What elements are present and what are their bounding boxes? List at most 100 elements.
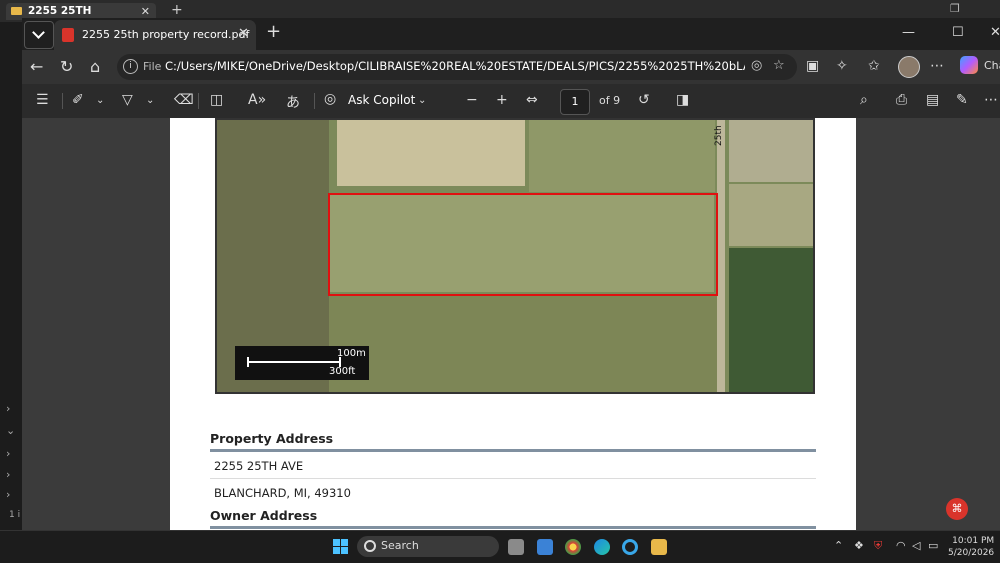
favorite-star-icon[interactable]: ☆: [773, 58, 785, 73]
scale-line: [247, 361, 341, 363]
chevron-down-icon[interactable]: ⌄: [96, 95, 104, 106]
copilot-page-icon[interactable]: ◎: [751, 58, 762, 73]
road: [717, 120, 725, 392]
copilot-icon[interactable]: ◎: [324, 91, 336, 107]
print-icon[interactable]: ⎙: [896, 92, 907, 108]
chevron-right-icon[interactable]: ›: [6, 402, 10, 415]
grass-field: [529, 120, 715, 192]
new-tab-button[interactable]: +: [266, 21, 281, 42]
profile-avatar[interactable]: [898, 56, 920, 78]
search-icon: [364, 540, 376, 552]
scheme-label: File: [143, 60, 162, 73]
save-as-icon[interactable]: ✎: [956, 92, 968, 108]
url-text[interactable]: C:/Users/MIKE/OneDrive/Desktop/CILIBRAIS…: [165, 59, 745, 73]
more-menu-icon[interactable]: ⋯: [930, 58, 944, 74]
restore-icon[interactable]: ❐: [950, 2, 960, 15]
save-icon[interactable]: ▤: [926, 92, 939, 108]
highlight-icon[interactable]: ✐: [72, 92, 84, 108]
volume-icon[interactable]: ◁: [912, 539, 920, 552]
chrome-icon[interactable]: [565, 539, 581, 555]
two-page-icon[interactable]: ◨: [676, 92, 689, 108]
divider: [62, 93, 63, 109]
pdf-viewport[interactable]: 25th 100m 300ft Property Address 2255 25…: [22, 118, 1000, 530]
page-view-icon[interactable]: ◫: [210, 92, 223, 108]
extension-icon[interactable]: ▣: [806, 58, 819, 74]
eraser-icon[interactable]: ⌫: [174, 92, 194, 108]
security-icon[interactable]: ⛨: [874, 539, 882, 553]
tab-title: 2255 25th property record.pdf: [82, 28, 250, 41]
chevron-right-icon[interactable]: ›: [6, 488, 10, 501]
dropbox-icon[interactable]: ❖: [854, 539, 864, 552]
address-line-2: BLANCHARD, MI, 49310: [214, 486, 351, 500]
home-icon[interactable]: ⌂: [90, 57, 100, 76]
read-aloud-icon[interactable]: A»: [248, 92, 266, 108]
tab-pdf[interactable]: 2255 25th property record.pdf ✕: [54, 20, 256, 50]
pdf-toolbar: ☰ ✐ ⌄ ▽ ⌄ ⌫ ◫ A» あ ◎ Ask Copilot ⌄ − + ⇔…: [22, 84, 1000, 119]
owner-address-section: Owner Address: [210, 508, 816, 529]
road-label: 25th: [714, 125, 724, 146]
new-tab-icon[interactable]: +: [171, 2, 183, 18]
taskbar-search[interactable]: Search: [357, 536, 499, 557]
tree-farm: [729, 248, 813, 392]
info-icon[interactable]: i: [123, 59, 138, 74]
file-explorer-icon[interactable]: [651, 539, 667, 555]
chevron-right-icon[interactable]: ›: [6, 447, 10, 460]
search-icon[interactable]: ⌕: [860, 92, 868, 108]
aerial-map: 25th 100m 300ft: [215, 118, 815, 394]
chevron-down-icon[interactable]: ⌄: [146, 95, 154, 106]
scale-imperial: 300ft: [329, 366, 356, 377]
browser-tab-strip: 2255 25th property record.pdf ✕ + — ☐ ✕: [22, 18, 1000, 50]
divider: [198, 93, 199, 109]
chevron-right-icon[interactable]: ›: [6, 468, 10, 481]
tab-actions-button[interactable]: [24, 21, 54, 49]
copilot-label[interactable]: Cha: [984, 59, 1000, 72]
chevron-down-icon[interactable]: ⌄: [418, 95, 426, 106]
zoom-out-icon[interactable]: −: [466, 92, 478, 108]
pdf-page: 25th 100m 300ft Property Address 2255 25…: [170, 118, 856, 530]
task-view-icon[interactable]: [508, 539, 524, 555]
back-icon[interactable]: ←: [30, 57, 43, 76]
taskbar: Search ⌃ ❖ ⛨ ◠ ◁ ▭ 10:01 PM 5/20/2026: [0, 530, 1000, 563]
address-bar[interactable]: i File C:/Users/MIKE/OneDrive/Desktop/CI…: [117, 54, 797, 80]
wifi-icon[interactable]: ◠: [896, 539, 906, 552]
contents-icon[interactable]: ☰: [36, 92, 49, 108]
cortana-icon[interactable]: [622, 539, 638, 555]
refresh-icon[interactable]: ↻: [60, 57, 73, 76]
more-options-icon[interactable]: ⋯: [984, 92, 998, 108]
crop-field: [337, 120, 525, 186]
page-total: of 9: [599, 94, 621, 107]
scale-metric: 100m: [337, 348, 366, 359]
edge-icon[interactable]: [594, 539, 610, 555]
property-address-section: Property Address 2255 25TH AVE BLANCHARD…: [210, 431, 816, 505]
close-window-icon[interactable]: ✕: [990, 25, 1000, 40]
favorites-icon[interactable]: ✩: [868, 58, 880, 74]
minimize-icon[interactable]: —: [902, 25, 915, 40]
zoom-in-icon[interactable]: +: [496, 92, 508, 108]
clock[interactable]: 10:01 PM 5/20/2026: [948, 535, 994, 559]
puzzle-icon[interactable]: ✧: [836, 58, 848, 74]
start-button[interactable]: [333, 539, 348, 554]
maximize-icon[interactable]: ☐: [952, 25, 964, 40]
battery-icon[interactable]: ▭: [928, 539, 938, 552]
draw-icon[interactable]: ▽: [122, 92, 133, 108]
store-icon[interactable]: [537, 539, 553, 555]
open-lot: [729, 184, 813, 246]
page-number-input[interactable]: 1: [560, 89, 590, 115]
address-row: ← ↻ ⌂ i File C:/Users/MIKE/OneDrive/Desk…: [22, 50, 1000, 84]
divider: [314, 93, 315, 109]
scale-tick: [247, 357, 249, 367]
rotate-icon[interactable]: ↺: [638, 92, 650, 108]
ask-copilot-button[interactable]: Ask Copilot: [348, 93, 415, 107]
show-hidden-icons[interactable]: ⌃: [834, 539, 843, 552]
fit-width-icon[interactable]: ⇔: [526, 92, 538, 108]
sidebar-text: 1 i: [9, 510, 21, 520]
close-tab-icon[interactable]: ✕: [238, 26, 249, 41]
chevron-down-icon[interactable]: ⌄: [6, 424, 15, 437]
clock-date: 5/20/2026: [948, 548, 995, 558]
translate-icon[interactable]: あ: [286, 92, 300, 112]
parcel-outline: [328, 193, 718, 296]
acrobat-icon[interactable]: ⌘: [946, 498, 968, 520]
copilot-icon[interactable]: [960, 56, 978, 74]
owner-address-title: Owner Address: [210, 508, 816, 529]
clock-time: 10:01 PM: [952, 536, 995, 546]
